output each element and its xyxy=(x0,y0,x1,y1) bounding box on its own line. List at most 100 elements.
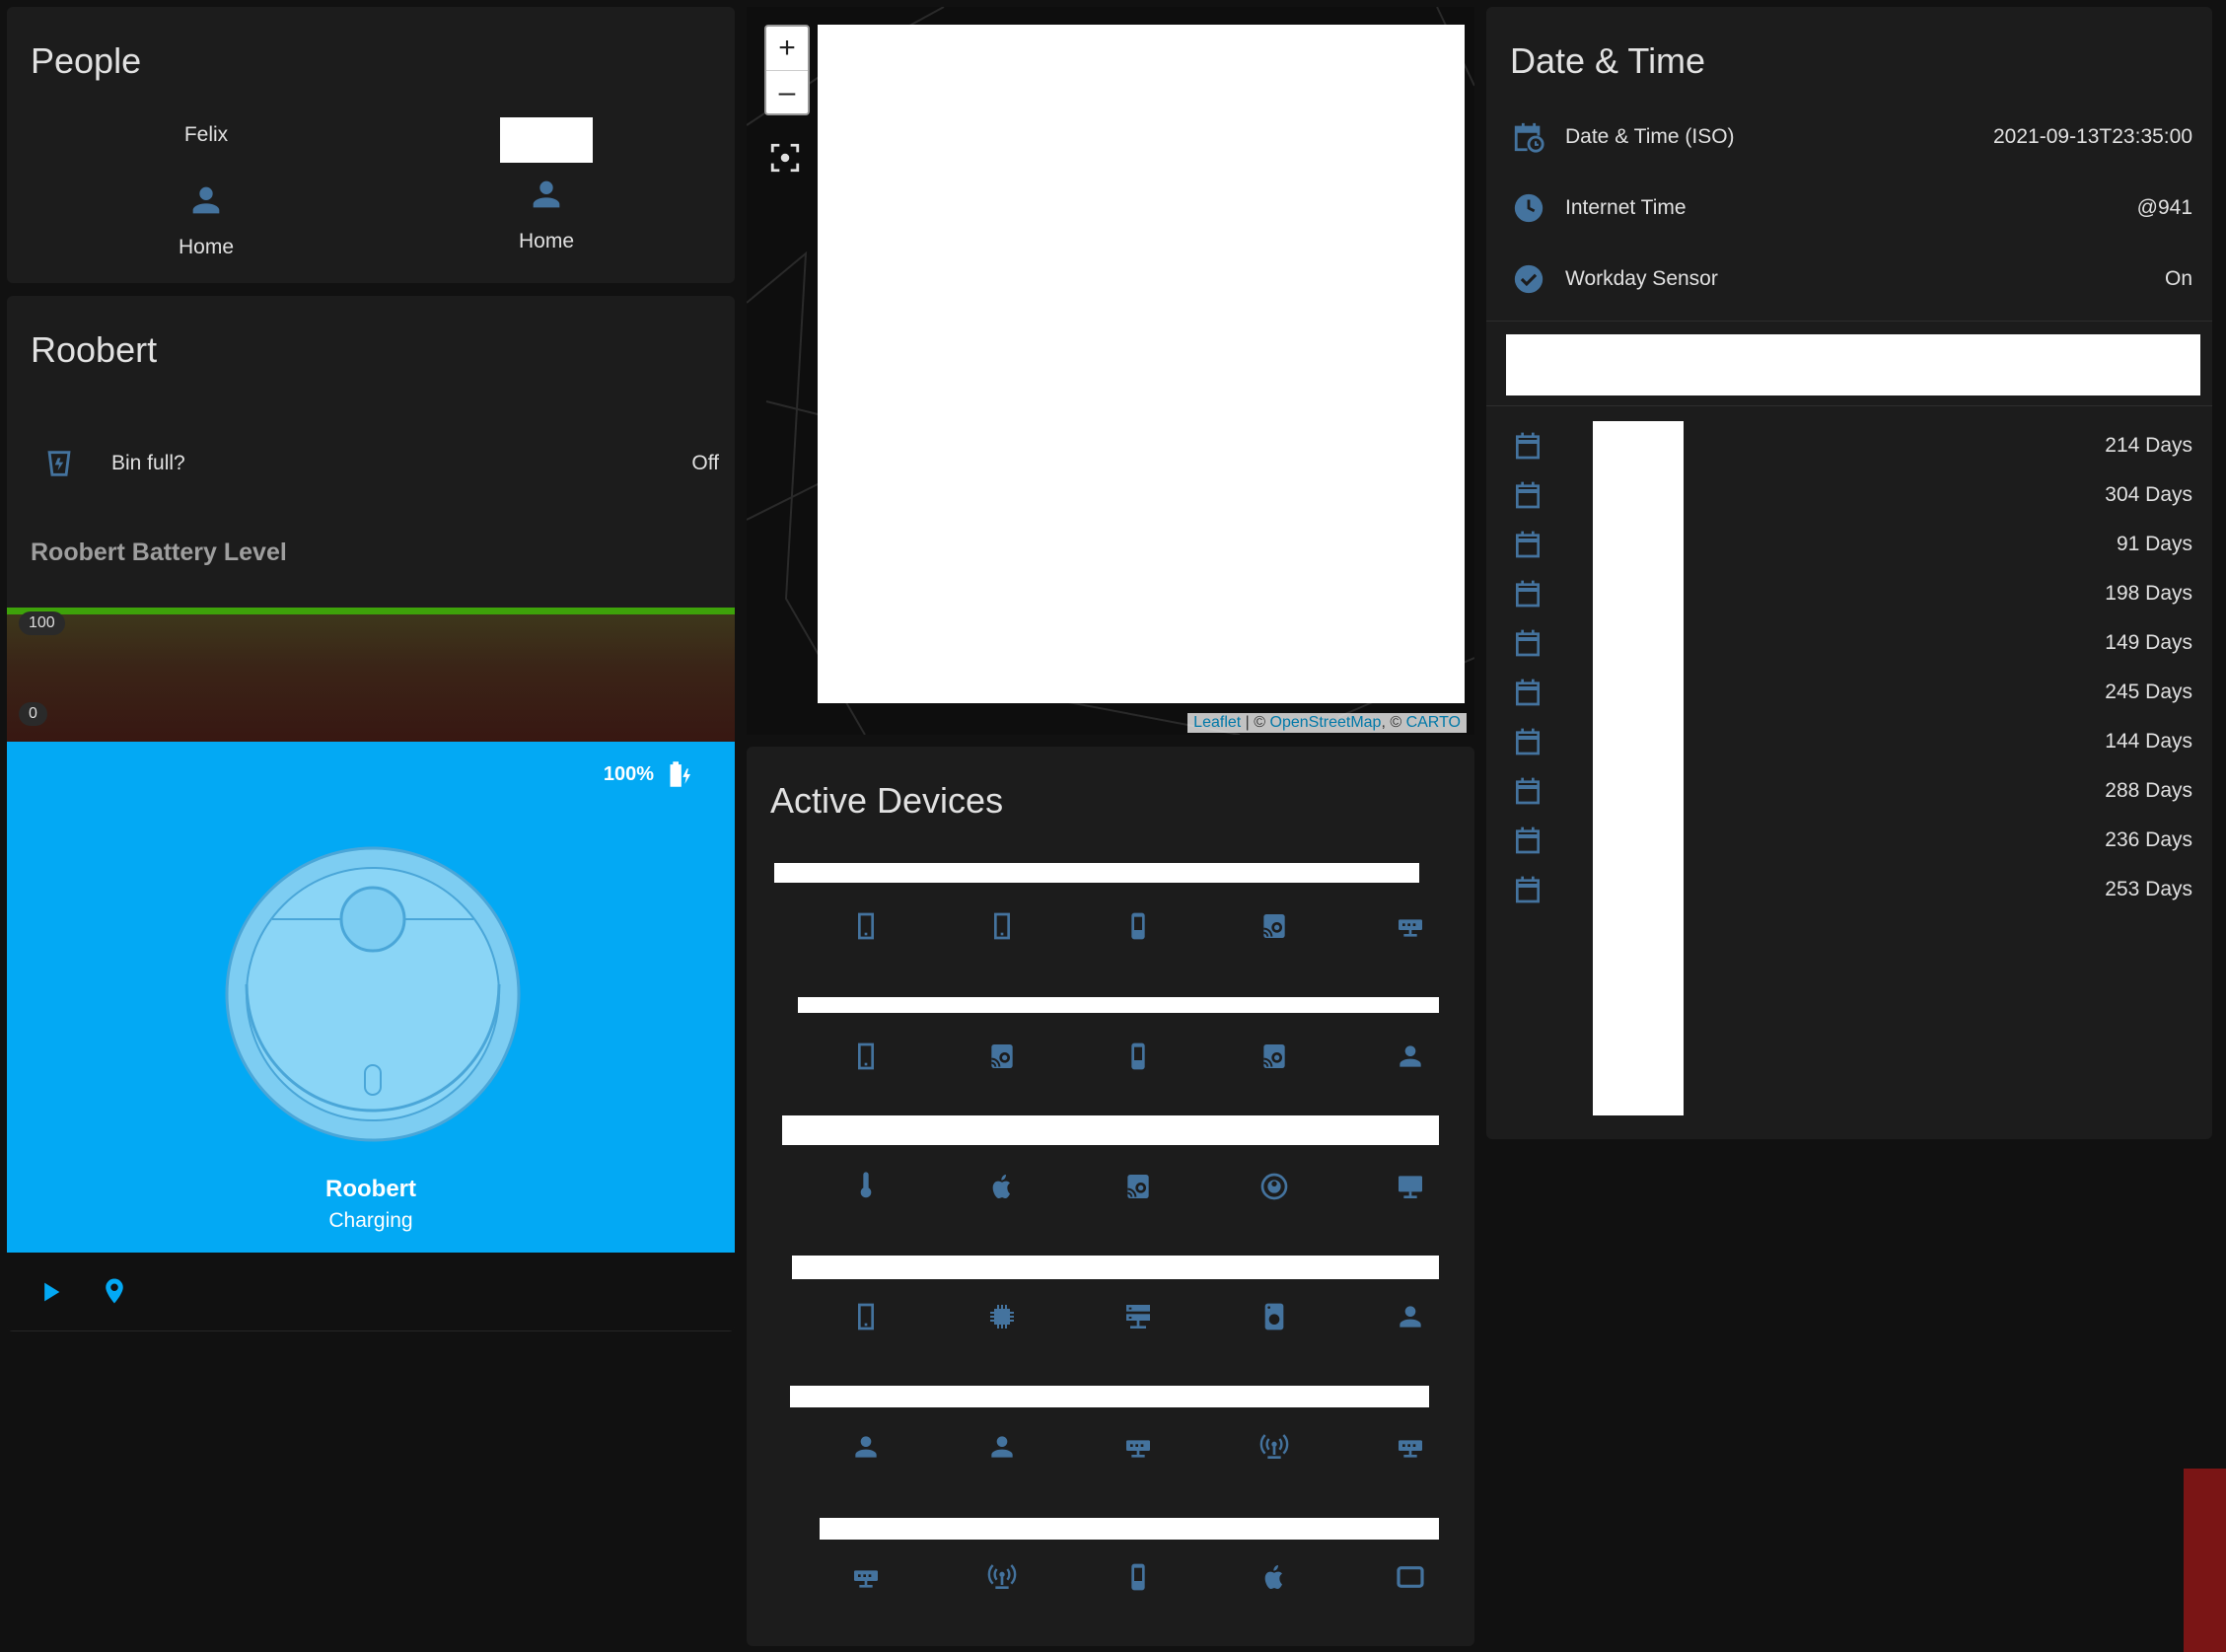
redacted-labels xyxy=(798,997,1439,1013)
phone-icon xyxy=(850,1301,882,1332)
battery-line xyxy=(7,608,735,614)
speaker-icon xyxy=(1122,1171,1154,1202)
device-tile[interactable] xyxy=(1342,910,1474,942)
speaker-icon xyxy=(986,1041,1018,1072)
calendar-clock-icon xyxy=(1512,120,1545,154)
map-redacted-area xyxy=(818,25,1465,703)
redacted-labels xyxy=(774,863,1419,883)
map-zoom-control: + – xyxy=(764,25,810,115)
device-tile[interactable] xyxy=(934,910,1070,942)
speaker-icon xyxy=(1258,910,1290,942)
device-tile[interactable] xyxy=(1342,1171,1474,1202)
person-redacted[interactable]: Home xyxy=(448,117,645,253)
device-tile[interactable] xyxy=(1342,1431,1474,1463)
device-tile[interactable] xyxy=(934,1561,1070,1593)
person-icon xyxy=(527,175,566,214)
active-devices-card: Active Devices xyxy=(747,747,1474,1646)
entity-row-workday-sensor[interactable]: Workday Sensor On xyxy=(1512,250,2192,309)
battery-history-graph[interactable]: 100 0 xyxy=(7,608,735,742)
zoom-out-button[interactable]: – xyxy=(766,70,808,113)
redacted-labels xyxy=(790,1386,1429,1407)
vacuum-card[interactable]: 100% Roobert Charging xyxy=(7,742,735,1253)
device-tile[interactable] xyxy=(1206,910,1342,942)
card-title: Active Devices xyxy=(770,780,1004,821)
divider xyxy=(1486,321,2212,322)
play-icon[interactable] xyxy=(36,1278,64,1306)
entity-row-internet-time[interactable]: Internet Time @941 xyxy=(1512,179,2192,238)
redacted-section-header xyxy=(1506,334,2200,395)
device-row xyxy=(798,910,1474,942)
map-attribution: Leaflet | © OpenStreetMap, © CARTO xyxy=(1187,713,1467,733)
person-icon xyxy=(1395,1301,1426,1332)
check-circle-icon xyxy=(1512,262,1545,296)
redacted-labels xyxy=(792,1256,1439,1279)
device-tile[interactable] xyxy=(1070,1171,1206,1202)
person-icon xyxy=(186,180,226,220)
carto-link[interactable]: CARTO xyxy=(1406,714,1461,731)
bin-full-value: Off xyxy=(691,452,719,474)
device-row xyxy=(798,1561,1474,1593)
device-tile[interactable] xyxy=(934,1301,1070,1332)
device-tile[interactable] xyxy=(798,1301,934,1332)
device-tile[interactable] xyxy=(1206,1301,1342,1332)
countdown-value: 236 Days xyxy=(2105,828,2192,851)
vacuum-actions xyxy=(7,1253,735,1331)
device-tile[interactable] xyxy=(798,1561,934,1593)
device-tile[interactable] xyxy=(1206,1171,1342,1202)
device-tile[interactable] xyxy=(1342,1041,1474,1072)
dashboard: People Felix Home Home Roobert Bin full?… xyxy=(0,0,2226,1652)
map-card[interactable]: + – Leaflet | © OpenStreetMap, © CARTO xyxy=(747,7,1474,735)
server-icon xyxy=(1122,1301,1154,1332)
battery-charging-icon xyxy=(662,757,695,791)
calendar-icon xyxy=(1512,726,1544,757)
device-tile[interactable] xyxy=(934,1041,1070,1072)
calendar-icon xyxy=(1512,775,1544,807)
countdown-value: 288 Days xyxy=(2105,779,2192,802)
countdown-value: 214 Days xyxy=(2105,434,2192,457)
thermometer-icon xyxy=(850,1171,882,1202)
device-tile[interactable] xyxy=(798,1171,934,1202)
device-tile[interactable] xyxy=(1070,1301,1206,1332)
vacuum-status: Charging xyxy=(328,1209,413,1232)
device-tile[interactable] xyxy=(1342,1301,1474,1332)
entity-row-date-time-iso[interactable]: Date & Time (ISO) 2021-09-13T23:35:00 xyxy=(1512,108,2192,167)
device-tile[interactable] xyxy=(1206,1561,1342,1593)
person-felix[interactable]: Felix Home xyxy=(108,123,305,259)
countdown-value: 91 Days xyxy=(2116,533,2192,555)
roobert-card: Roobert Bin full? Off Roobert Battery Le… xyxy=(7,296,735,1331)
zoom-in-button[interactable]: + xyxy=(766,27,808,70)
calendar-icon xyxy=(1512,677,1544,708)
entity-label: Date & Time (ISO) xyxy=(1565,125,1735,148)
card-title: Date & Time xyxy=(1510,40,1706,81)
device-tile[interactable] xyxy=(1070,1561,1206,1593)
bin-full-row[interactable]: Bin full? Off xyxy=(42,444,719,483)
map-marker-icon[interactable] xyxy=(100,1274,129,1308)
fit-bounds-icon[interactable] xyxy=(768,141,802,175)
device-tile[interactable] xyxy=(1206,1041,1342,1072)
cellphone-icon xyxy=(1122,1041,1154,1072)
redacted-labels xyxy=(782,1115,1439,1145)
device-row xyxy=(798,1301,1474,1332)
device-tile[interactable] xyxy=(1070,910,1206,942)
device-tile[interactable] xyxy=(934,1171,1070,1202)
device-tile[interactable] xyxy=(798,910,934,942)
device-tile[interactable] xyxy=(798,1041,934,1072)
person-icon xyxy=(850,1431,882,1463)
device-tile[interactable] xyxy=(1206,1431,1342,1463)
osm-link[interactable]: OpenStreetMap xyxy=(1270,714,1382,731)
device-tile[interactable] xyxy=(1070,1041,1206,1072)
countdown-value: 253 Days xyxy=(2105,878,2192,900)
device-tile[interactable] xyxy=(798,1431,934,1463)
leaflet-link[interactable]: Leaflet xyxy=(1193,714,1241,731)
tablet-icon xyxy=(1395,1561,1426,1593)
device-tile[interactable] xyxy=(1342,1561,1474,1593)
device-tile[interactable] xyxy=(1070,1431,1206,1463)
apple-icon xyxy=(1258,1561,1290,1593)
bin-full-label: Bin full? xyxy=(111,452,185,474)
monitor-icon xyxy=(1395,1171,1426,1202)
countdown-value: 245 Days xyxy=(2105,681,2192,703)
countdown-value: 149 Days xyxy=(2105,631,2192,654)
device-tile[interactable] xyxy=(934,1431,1070,1463)
device-row xyxy=(798,1431,1474,1463)
trash-can-icon xyxy=(42,447,76,480)
